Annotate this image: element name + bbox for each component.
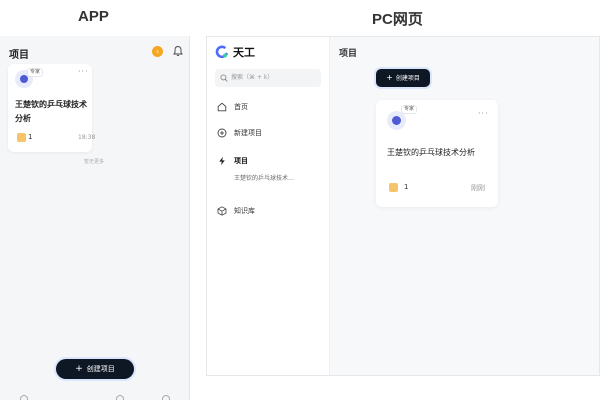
more-icon[interactable]: ··· <box>478 109 489 118</box>
lightning-icon <box>219 156 225 166</box>
cube-icon <box>217 206 227 216</box>
member-count: 1 <box>404 183 409 191</box>
sidebar-item-label: 首页 <box>234 103 248 111</box>
search-input[interactable]: 搜索（⌘ + k） <box>215 69 321 87</box>
page-title: 项目 <box>9 50 29 61</box>
more-icon[interactable]: ··· <box>78 67 89 76</box>
project-name: 王楚钦的乒乓球技术分析 <box>15 100 87 123</box>
sidebar-item-new-project[interactable]: 新建项目 <box>217 127 322 141</box>
section-label-app: APP <box>78 8 109 25</box>
brand-name: 天工 <box>233 46 255 59</box>
sidebar-item-label: 知识库 <box>234 207 255 215</box>
page-title: 项目 <box>339 49 358 59</box>
create-project-label: 创建项目 <box>86 365 115 373</box>
project-name: 王楚钦的乒乓球技术分析 <box>387 148 475 157</box>
bell-icon[interactable] <box>172 45 184 57</box>
search-placeholder: 搜索（⌘ + k） <box>231 74 274 81</box>
main-content: 项目 + 创建项目 专家 ··· 王楚钦的乒乓球技术分析 1 刚刚 <box>330 37 599 375</box>
project-card[interactable]: 专家 ··· 王楚钦的乒乓球技术分析 1 18:38 <box>8 64 96 152</box>
plus-circle-icon <box>217 128 227 138</box>
create-project-button[interactable]: + 创建项目 <box>56 359 134 379</box>
create-project-button[interactable]: + 创建项目 <box>376 69 430 87</box>
sidebar-item-projects[interactable]: 项目 <box>217 155 322 169</box>
home-icon <box>217 102 227 112</box>
notify-badge-icon[interactable]: ‹ <box>152 46 163 57</box>
plus-icon: + <box>75 364 83 374</box>
emoji-icon <box>17 133 26 142</box>
sidebar-item-label: 项目 <box>234 157 248 165</box>
logo-icon <box>215 45 228 59</box>
search-icon <box>220 74 228 82</box>
sidebar-subitem-project[interactable]: 王楚钦的乒乓球技术… <box>234 173 294 182</box>
bottom-tab-bar <box>0 394 189 400</box>
expert-tag: 专家 <box>401 105 418 114</box>
project-time: 刚刚 <box>471 184 485 192</box>
sidebar-item-knowledge[interactable]: 知识库 <box>217 205 322 219</box>
tab-profile-icon[interactable] <box>162 395 170 400</box>
expert-tag: 专家 <box>27 68 44 77</box>
pc-web-screen: 天工 搜索（⌘ + k） 首页 新建项目 项目 王楚钦的乒乓球技术… 知识库 项… <box>206 36 600 376</box>
tab-project-icon[interactable] <box>66 395 74 400</box>
create-project-label: 创建项目 <box>395 75 420 82</box>
sidebar: 天工 搜索（⌘ + k） 首页 新建项目 项目 王楚钦的乒乓球技术… 知识库 <box>207 37 330 375</box>
member-count: 1 <box>28 133 33 141</box>
section-label-pc: PC网页 <box>372 11 423 28</box>
plus-icon: + <box>386 73 393 82</box>
no-more-text: 暂无更多 <box>84 159 105 165</box>
screenshot-root: APP PC网页 项目 ‹ 专家 ··· 王楚钦的乒乓球技术分析 1 18:38… <box>0 0 600 400</box>
emoji-icon <box>389 183 398 192</box>
tab-home-icon[interactable] <box>20 395 28 400</box>
sidebar-item-label: 新建项目 <box>234 129 262 137</box>
sidebar-item-home[interactable]: 首页 <box>217 101 322 115</box>
tab-knowledge-icon[interactable] <box>116 395 124 400</box>
mobile-app-screen: 项目 ‹ 专家 ··· 王楚钦的乒乓球技术分析 1 18:38 暂无更多 + 创建… <box>0 36 190 400</box>
project-time: 18:38 <box>78 134 96 141</box>
project-card[interactable]: 专家 ··· 王楚钦的乒乓球技术分析 1 刚刚 <box>376 100 498 207</box>
app-header: 项目 ‹ <box>0 36 189 66</box>
